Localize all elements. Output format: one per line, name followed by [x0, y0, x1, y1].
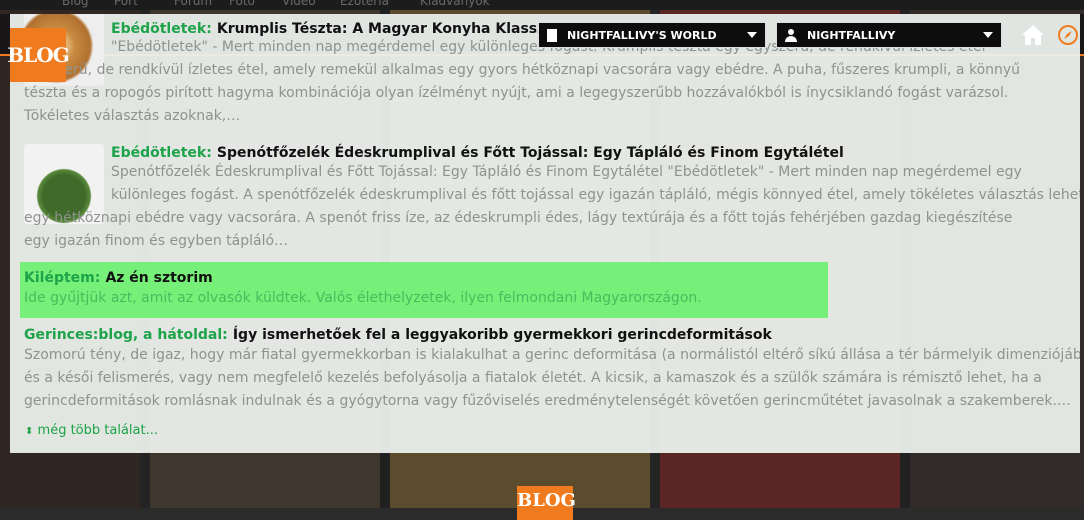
result-title-line[interactable]: Ebédötletek: Spenótfőzelék Édeskrumpliva… [111, 142, 1066, 161]
result-category[interactable]: Gerinces:blog, a hátoldal: [24, 327, 228, 343]
expand-arrows-icon: ⬍ [25, 426, 34, 437]
result-category[interactable]: Kiléptem: [24, 270, 100, 286]
compass-icon[interactable] [1057, 24, 1079, 46]
user-dropdown[interactable]: NIGHTFALLIVY [776, 22, 1002, 48]
result-title[interactable]: Így ismerhetőek fel a leggyakoribb gyerm… [233, 327, 772, 343]
search-results-panel: Ebédötletek: Krumplis Tészta: A Magyar K… [10, 14, 1080, 453]
top-nav-item[interactable]: Blog [62, 0, 89, 8]
top-nav-item[interactable]: Videó [282, 0, 316, 8]
result-title[interactable]: Spenótfőzelék Édeskrumplival és Főtt Toj… [217, 145, 844, 161]
result-snippet-line: tészta és a ropogós pirított hagyma komb… [24, 85, 1009, 101]
top-nav: Blog Port Fórum Fotó Videó Ezoteria Kiad… [0, 0, 1084, 10]
document-icon [547, 28, 557, 42]
result-title[interactable]: Krumplis Tészta: A Magyar Konyha Klasszi… [217, 21, 587, 37]
top-nav-item[interactable]: Ezoteria [340, 0, 389, 8]
user-dropdown-label: NIGHTFALLIVY [807, 28, 896, 42]
blog-logo[interactable]: BLOG [7, 28, 70, 82]
chevron-down-icon [983, 32, 993, 38]
result-category[interactable]: Ebédötletek: [111, 21, 212, 37]
blog-logo-footer: BLOG [517, 486, 576, 520]
top-nav-item[interactable]: Fórum [174, 0, 212, 8]
more-results-label: még több találat... [37, 423, 158, 438]
result-snippet-line: Tökéletes választás azoknak,… [24, 108, 241, 124]
result-snippet-line: egy igazán finom és egyben tápláló… [24, 233, 289, 249]
result-snippet-line: Ide gyűjtjük azt, amit az olvasók küldte… [24, 290, 702, 306]
result-snippet-line: egy hétköznapi ebédre vagy vacsorára. A … [24, 210, 1013, 226]
result-title-line[interactable]: Gerinces:blog, a hátoldal: Így ismerhető… [24, 324, 1066, 343]
top-nav-item[interactable]: Fotó [229, 0, 255, 8]
top-nav-item[interactable]: Kiadványok [420, 0, 490, 8]
home-icon[interactable] [1021, 24, 1045, 46]
result-snippet-line: gerincdeformitások romlásnak indulnak és… [24, 393, 1071, 409]
more-results-link[interactable]: ⬍ még több találat... [25, 423, 158, 438]
world-dropdown-label: NIGHTFALLIVY'S WORLD [567, 28, 717, 42]
world-dropdown[interactable]: NIGHTFALLIVY'S WORLD [538, 22, 766, 48]
result-snippet-line: különleges fogást. A spenótfőzelék édesk… [111, 187, 1080, 203]
result-snippet-line: és a késői felismerés, vagy nem megfelel… [24, 370, 1042, 386]
chevron-down-icon [747, 32, 757, 38]
result-snippet-line: egyszerű, de rendkívül ízletes étel, ame… [24, 62, 1021, 78]
result-title-line[interactable]: Kiléptem: Az én sztorim [24, 267, 1066, 286]
user-icon [785, 28, 797, 42]
top-nav-item[interactable]: Port [114, 0, 138, 8]
result-title[interactable]: Az én sztorim [105, 270, 212, 286]
result-snippet-line: Szomorú tény, de igaz, hogy már fiatal g… [24, 347, 1080, 363]
result-category[interactable]: Ebédötletek: [111, 145, 212, 161]
result-snippet-line: Spenótfőzelék Édeskrumplival és Főtt Toj… [111, 164, 1022, 180]
